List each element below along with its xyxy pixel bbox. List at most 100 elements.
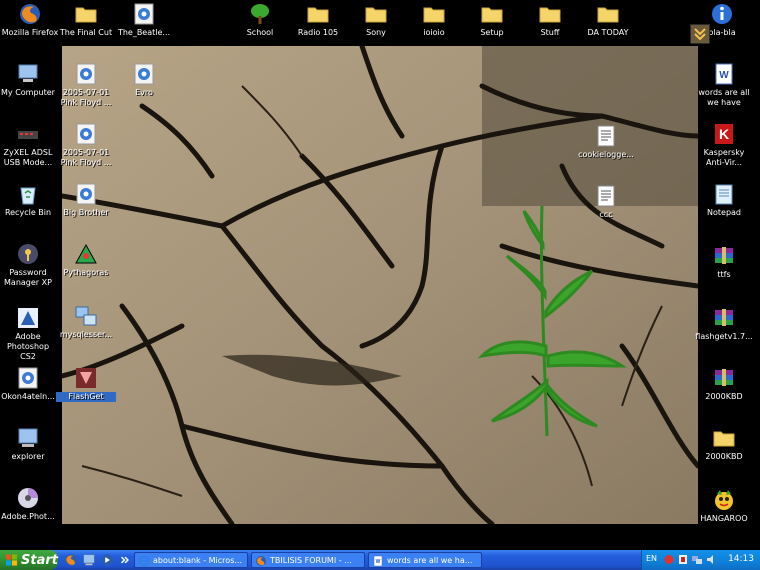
desktop-icon-label: Radio 105 (297, 28, 339, 37)
desktop-icon-right-6[interactable]: 2000KBD (694, 426, 754, 462)
desktop-icon-top-5[interactable]: Sony (346, 2, 406, 38)
desktop-icon-label: words are all we have (698, 88, 750, 107)
start-button[interactable]: Start (0, 550, 58, 570)
desktop-icon-left-3[interactable]: Password Manager XP (0, 242, 58, 288)
language-indicator[interactable]: EN (646, 554, 657, 563)
taskbar-clock[interactable]: 14:13 (728, 554, 754, 564)
desktop-icon-top-6[interactable]: ioioio (404, 2, 464, 38)
desktop-icon-label: 2000KBD (705, 392, 743, 401)
taskbar-task-1[interactable]: TBILISIS FORUMI - ... (251, 552, 365, 568)
desktop-icon-right-4[interactable]: flashgetv1.7... (694, 306, 754, 342)
desktop-icon-left-4[interactable]: Adobe Photoshop CS2 (0, 306, 58, 362)
info-icon (710, 2, 734, 26)
folder-icon (74, 2, 98, 26)
media-file-icon (74, 62, 98, 86)
desktop-icon-label: Mozilla Firefox (1, 28, 59, 37)
triangle-icon (74, 242, 98, 266)
security-tray-icon[interactable] (678, 554, 688, 565)
folder-icon (538, 2, 562, 26)
desktop-icon-label: 2000KBD (705, 452, 743, 461)
desktop-icon-label: The_Beatle... (117, 28, 171, 37)
word-doc-icon: W (712, 62, 736, 86)
media-player-icon[interactable] (100, 553, 114, 567)
desktop-icon-label: explorer (11, 452, 45, 461)
desktop-icon-label: Big Brother (63, 208, 109, 217)
photoshop-icon (16, 306, 40, 330)
desktop-icon-label: Setup (480, 28, 504, 37)
desktop-icon-inner-1[interactable]: Evro (114, 62, 174, 98)
desktop-icon-label: Password Manager XP (4, 268, 52, 287)
volume-tray-icon[interactable] (706, 554, 716, 565)
desktop-icon-label: Recycle Bin (4, 208, 52, 217)
desktop-icon-label: ttfs (717, 270, 731, 279)
desktop-icon-inner-8[interactable]: ccc (576, 184, 636, 220)
kaspersky-icon: K (712, 122, 736, 146)
chevron-down-icon[interactable] (690, 24, 710, 44)
desktop-icon-inner-4[interactable]: Pythagoras (56, 242, 116, 278)
explorer-icon[interactable] (82, 553, 96, 567)
explorer-icon (16, 426, 40, 450)
text-file-icon (594, 184, 618, 208)
desktop-icon-left-1[interactable]: ZyXEL ADSL USB Mode... (0, 122, 58, 168)
svg-text:K: K (719, 126, 729, 142)
desktop-icon-label: The Final Cut (59, 28, 113, 37)
overflow-chevron-icon[interactable] (118, 553, 132, 567)
desktop-icon-label: FlashGet (56, 392, 116, 402)
desktop-icon-left-5[interactable]: Okon4ateln... (0, 366, 58, 402)
desktop-icon-left-2[interactable]: Recycle Bin (0, 182, 58, 218)
desktop-icon-label: HANGAROO (700, 514, 748, 523)
desktop-icon-right-7[interactable]: HANGAROO (694, 488, 754, 524)
firefox-icon[interactable] (64, 553, 78, 567)
desktop-icon-label: ZyXEL ADSL USB Mode... (3, 148, 53, 167)
taskbar-task-label: about:blank - Micros... (153, 556, 242, 565)
desktop-icon-left-6[interactable]: explorer (0, 426, 58, 462)
modem-icon (16, 122, 40, 146)
ie-icon (138, 555, 150, 567)
taskbar-task-label: TBILISIS FORUMI - ... (270, 556, 352, 565)
desktop-icon-left-0[interactable]: My Computer (0, 62, 58, 98)
desktop-icon-label: mysqlesser... (59, 330, 113, 339)
desktop-icon-right-3[interactable]: ttfs (694, 244, 754, 280)
desktop-icon-label: flashgetv1.7... (695, 332, 753, 341)
recycle-bin-icon (16, 182, 40, 206)
desktop-icon-right-0[interactable]: Wwords are all we have (694, 62, 754, 108)
media-file-icon (16, 366, 40, 390)
antivirus-tray-icon[interactable] (664, 554, 674, 565)
desktop-icon-label: cookielogge... (578, 150, 634, 159)
desktop-icon-inner-7[interactable]: cookielogge... (576, 124, 636, 160)
desktop-icon-right-1[interactable]: K Kaspersky Anti-Vir... (694, 122, 754, 168)
desktop-icon-inner-6[interactable]: FlashGet (56, 366, 116, 402)
desktop-icon-right-5[interactable]: 2000KBD (694, 366, 754, 402)
desktop-icon-right-2[interactable]: Notepad (694, 182, 754, 218)
password-manager-icon (16, 242, 40, 266)
taskbar-task-0[interactable]: about:blank - Micros... (134, 552, 248, 568)
desktop-icon-top-3[interactable]: School (230, 2, 290, 38)
desktop-icon-inner-3[interactable]: Big Brother (56, 182, 116, 218)
desktop-icon-top-9[interactable]: DA TODAY (578, 2, 638, 38)
desktop-icon-top-8[interactable]: Stuff (520, 2, 580, 38)
desktop-icon-inner-0[interactable]: 2005-07-01 Pink Floyd ... (56, 62, 116, 108)
start-label: Start (21, 552, 58, 568)
desktop-icon-top-4[interactable]: Radio 105 (288, 2, 348, 38)
desktop-icon-label: Stuff (540, 28, 560, 37)
network-icon (74, 304, 98, 328)
taskbar-task-2[interactable]: Wwords are all we ha... (368, 552, 482, 568)
media-file-icon (74, 122, 98, 146)
desktop-icon-label: Kaspersky Anti-Vir... (703, 148, 745, 167)
desktop-icon-top-0[interactable]: Mozilla Firefox (0, 2, 60, 38)
winrar-icon (712, 244, 736, 268)
hangaroo-icon (712, 488, 736, 512)
winrar-icon (712, 366, 736, 390)
desktop-icon-label: Adobe Photoshop CS2 (6, 332, 50, 361)
desktop-icon-label: Notepad (707, 208, 741, 217)
tree-icon (248, 2, 272, 26)
taskbar: Start about:blank - Micros... TBILISIS FO… (0, 550, 760, 570)
desktop-icon-inner-5[interactable]: mysqlesser... (56, 304, 116, 340)
desktop-icon-inner-2[interactable]: 2005-07-01 Pink Floyd ... (56, 122, 116, 168)
desktop-icon-left-7[interactable]: Adobe.Phot... (0, 486, 58, 522)
desktop-icon-top-1[interactable]: The Final Cut (56, 2, 116, 38)
network-tray-icon[interactable] (692, 554, 702, 565)
desktop-icon-label: School (246, 28, 274, 37)
desktop-icon-top-2[interactable]: The_Beatle... (114, 2, 174, 38)
desktop-icon-top-7[interactable]: Setup (462, 2, 522, 38)
